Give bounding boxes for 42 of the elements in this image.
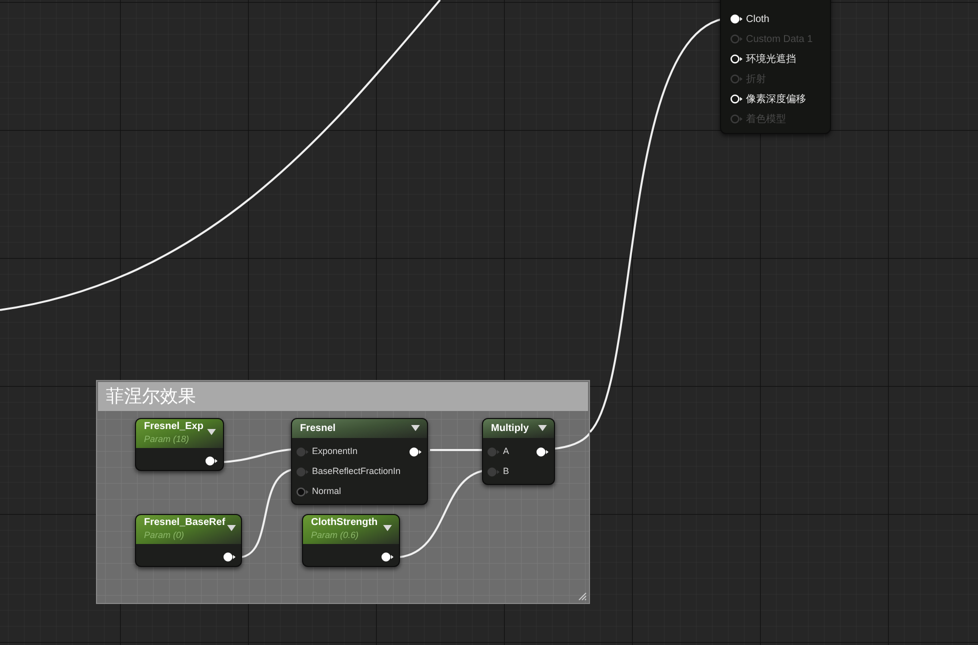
expression-node[interactable]: Fresnel ExponentIn BaseReflectFractionIn Normal bbox=[291, 418, 428, 505]
node-title: Fresnel bbox=[300, 422, 336, 436]
pin-label: Cloth bbox=[746, 12, 770, 26]
comment-box[interactable]: 菲涅尔效果 Fresnel_Exp Param (18) Fresnel ExponentIn BaseReflectFractionIn Normal Multiply A B Fresnel_BaseRef Param (0) ClothStrength Param (0.6) bbox=[96, 380, 590, 604]
node-subtitle: Param (18) bbox=[144, 435, 190, 444]
output-pin-icon[interactable] bbox=[205, 456, 218, 466]
parameter-node[interactable]: Fresnel_BaseRef Param (0) bbox=[135, 514, 242, 567]
dropdown-caret-icon[interactable] bbox=[411, 425, 420, 432]
output-pin-icon[interactable] bbox=[223, 552, 236, 562]
input-pin-icon[interactable] bbox=[296, 467, 309, 477]
input-pin-icon[interactable] bbox=[730, 14, 743, 24]
output-pin-icon[interactable] bbox=[409, 447, 422, 457]
node-subtitle: Param (0.6) bbox=[311, 531, 360, 540]
node-title: Multiply bbox=[491, 422, 529, 436]
dropdown-caret-icon[interactable] bbox=[207, 429, 216, 436]
pin-label: B bbox=[503, 465, 510, 478]
resize-handle-icon[interactable] bbox=[578, 592, 587, 601]
comment-title: 菲涅尔效果 bbox=[106, 385, 196, 408]
input-pin-icon[interactable] bbox=[730, 54, 743, 64]
pin-label: 环境光遮挡 bbox=[746, 52, 796, 66]
pin-label: ExponentIn bbox=[312, 445, 358, 458]
dropdown-caret-icon[interactable] bbox=[538, 425, 547, 432]
pin-label: A bbox=[503, 445, 510, 458]
pin-label: Normal bbox=[312, 485, 342, 498]
node-title: ClothStrength bbox=[311, 518, 378, 528]
input-pin-icon[interactable] bbox=[487, 447, 500, 457]
dropdown-caret-icon[interactable] bbox=[383, 525, 392, 532]
pin-label: BaseReflectFractionIn bbox=[312, 465, 401, 478]
parameter-node[interactable]: Fresnel_Exp Param (18) bbox=[135, 418, 224, 471]
output-pin-icon[interactable] bbox=[536, 447, 549, 457]
input-pin-icon[interactable] bbox=[730, 94, 743, 104]
input-pin-icon[interactable] bbox=[487, 467, 500, 477]
parameter-node[interactable]: ClothStrength Param (0.6) bbox=[302, 514, 400, 567]
node-title: Fresnel_Exp bbox=[144, 422, 204, 432]
node-subtitle: Param (0) bbox=[144, 531, 186, 540]
node-title: Fresnel_BaseRef bbox=[144, 518, 226, 528]
input-pin-icon[interactable] bbox=[296, 487, 309, 497]
input-pin-icon[interactable] bbox=[296, 447, 309, 457]
output-pin-icon[interactable] bbox=[381, 552, 394, 562]
expression-node[interactable]: Multiply A B bbox=[482, 418, 555, 485]
dropdown-caret-icon[interactable] bbox=[227, 525, 236, 532]
pin-label: 像素深度偏移 bbox=[746, 92, 806, 106]
